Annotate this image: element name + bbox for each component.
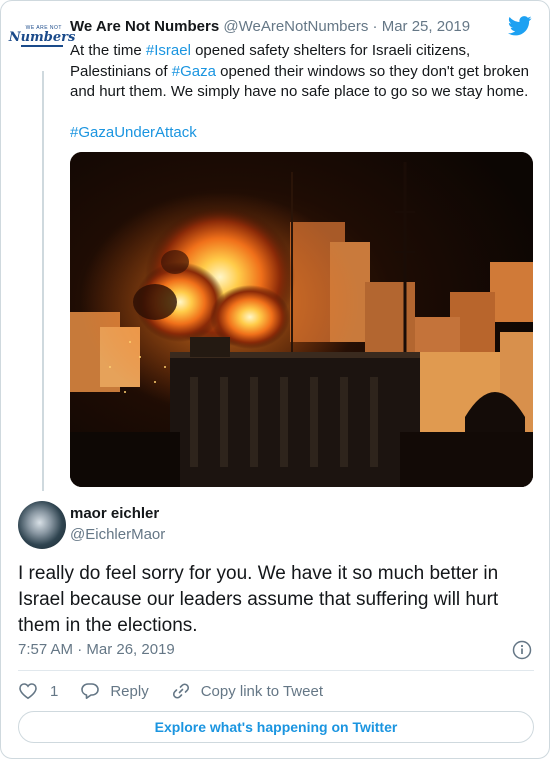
hashtag-gazaunderattack-link[interactable]: #GazaUnderAttack: [70, 124, 197, 141]
like-button[interactable]: 1: [18, 681, 58, 701]
copy-link-button[interactable]: Copy link to Tweet: [171, 681, 323, 701]
reply-tweet-text: I really do feel sorry for you. We have …: [18, 563, 499, 636]
explore-twitter-button[interactable]: Explore what's happening on Twitter: [18, 711, 534, 743]
parent-separator: ·: [372, 18, 378, 35]
parent-display-name[interactable]: We Are Not Numbers: [70, 18, 219, 35]
reply-timestamp[interactable]: 7:57 AM · Mar 26, 2019: [18, 641, 175, 658]
parent-text-part1: At the time: [70, 42, 146, 59]
reply-handle[interactable]: @EichlerMaor: [70, 526, 165, 543]
logo-underline: [21, 45, 63, 47]
logo-script-text: Numbers: [8, 30, 76, 45]
parent-tweet-header: We Are Not Numbers @WeAreNotNumbers · Ma…: [70, 18, 470, 35]
parent-tweet-text: At the time #Israel opened safety shelte…: [70, 41, 540, 144]
actions-divider: [18, 670, 534, 671]
reply-bubble-icon: [81, 683, 100, 699]
hashtag-israel-link[interactable]: #Israel: [146, 42, 191, 59]
twitter-bird-icon[interactable]: [508, 16, 532, 36]
info-icon[interactable]: [512, 640, 532, 660]
tweet-media-image[interactable]: [70, 152, 533, 487]
thread-connector-line: [42, 71, 44, 491]
night-explosion-photo: [70, 152, 533, 487]
copy-link-label: Copy link to Tweet: [200, 682, 323, 700]
heart-icon: [19, 683, 37, 700]
like-count: 1: [50, 682, 59, 700]
hashtag-gaza-link[interactable]: #Gaza: [172, 63, 216, 80]
reply-button[interactable]: Reply: [80, 681, 149, 701]
reply-display-name[interactable]: maor eichler: [70, 505, 159, 522]
link-icon: [172, 683, 189, 699]
reply-label: Reply: [110, 682, 149, 700]
parent-avatar-logo[interactable]: WE ARE NOT Numbers: [9, 19, 75, 53]
parent-handle[interactable]: @WeAreNotNumbers: [223, 18, 368, 35]
reply-avatar[interactable]: [18, 501, 66, 549]
parent-date[interactable]: Mar 25, 2019: [382, 18, 470, 35]
embedded-tweet-card: WE ARE NOT Numbers We Are Not Numbers @W…: [0, 0, 550, 759]
tweet-actions: 1 Reply Copy link to Tweet: [18, 681, 345, 701]
